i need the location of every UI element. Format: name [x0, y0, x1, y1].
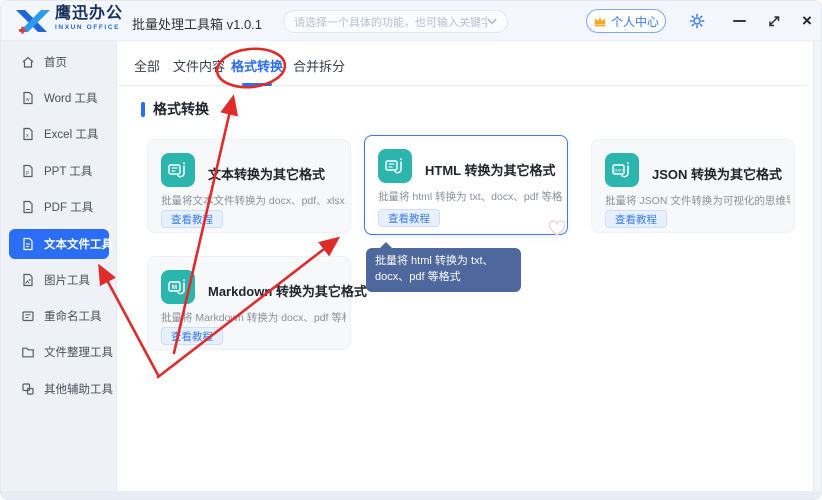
home-icon [21, 55, 35, 69]
close-icon: × [802, 11, 812, 31]
sidebar: 首页 w Word 工具 x Excel 工具 p PPT 工具 PDF 工具 … [1, 41, 117, 494]
tooltip-text: 批量将 html 转换为 txt、docx、pdf 等格式 [375, 255, 494, 283]
vertical-scrollbar[interactable] [813, 41, 821, 493]
section-header: 格式转换 [141, 99, 209, 119]
card-title: HTML 转换为其它格式 [425, 160, 555, 179]
tab-all[interactable]: 全部 [134, 56, 160, 86]
card-html-convert[interactable]: HTML 转换为其它格式 批量将 html 转换为 txt、docx、pdf 等… [364, 135, 568, 235]
tab-bar: 全部 文件内容 格式转换 合并拆分 [117, 56, 807, 86]
excel-file-icon: x [21, 127, 35, 141]
sidebar-item-home[interactable]: 首页 [9, 47, 109, 77]
card-title: JSON 转换为其它格式 [652, 164, 782, 183]
footer-bar [1, 491, 822, 499]
brand-logo-icon [13, 6, 53, 36]
brand-name: 鹰迅办公 INXUN OFFICE [55, 6, 123, 32]
gear-icon [689, 13, 705, 29]
sidebar-item-label: 重命名工具 [44, 308, 102, 324]
close-button[interactable]: × [794, 9, 820, 33]
card-description: 批量将文本文件转换为 docx、pdf、xlsx 等... [161, 193, 346, 208]
sidebar-item-image-tools[interactable]: 图片工具 [9, 265, 109, 295]
rename-icon [21, 309, 35, 323]
card-title: 文本转换为其它格式 [208, 164, 325, 183]
top-bar: 鹰迅办公 INXUN OFFICE 批量处理工具箱 v1.0.1 请选择一个具体… [1, 1, 822, 41]
active-tab-underline [242, 83, 272, 86]
sidebar-item-label: PPT 工具 [44, 163, 92, 179]
tools-grid-icon [21, 382, 35, 396]
view-tutorial-button[interactable]: 查看教程 [161, 210, 223, 228]
app-window: 鹰迅办公 INXUN OFFICE 批量处理工具箱 v1.0.1 请选择一个具体… [0, 0, 822, 500]
svg-text:M: M [172, 284, 177, 291]
sidebar-item-pdf-tools[interactable]: PDF 工具 [9, 192, 109, 222]
markdown-convert-icon: M [161, 270, 195, 304]
search-placeholder: 请选择一个具体的功能，也可输入关键字搜索！ [294, 14, 487, 30]
sidebar-item-ppt-tools[interactable]: p PPT 工具 [9, 156, 109, 186]
minimize-icon [733, 20, 746, 22]
tooltip: 批量将 html 转换为 txt、docx、pdf 等格式 [366, 248, 521, 292]
sidebar-item-label: 文本文件工具 [44, 236, 113, 252]
sidebar-item-label: 首页 [44, 54, 67, 70]
tab-file-content[interactable]: 文件内容 [173, 56, 225, 86]
main-content: 全部 文件内容 格式转换 合并拆分 格式转换 文本转换为其它格式 批量将文本文件… [117, 41, 822, 494]
folder-icon [21, 345, 35, 359]
json-convert-icon: json [605, 153, 639, 187]
crown-icon [593, 15, 607, 27]
word-file-icon: w [21, 91, 35, 105]
ppt-file-icon: p [21, 164, 35, 178]
resize-diagonal-icon [767, 14, 781, 28]
sidebar-item-label: 其他辅助工具 [44, 381, 113, 397]
brand-name-cn: 鹰迅办公 [55, 6, 123, 22]
card-markdown-convert[interactable]: M Markdown 转换为其它格式 批量将 Markdown 转换为 docx… [147, 256, 351, 350]
sidebar-item-rename-tools[interactable]: 重命名工具 [9, 301, 109, 331]
sidebar-item-other-tools[interactable]: 其他辅助工具 [9, 374, 109, 404]
favorite-button[interactable] [547, 219, 567, 242]
svg-text:w: w [25, 97, 30, 103]
pdf-file-icon [21, 200, 35, 214]
user-center-label: 个人中心 [611, 13, 659, 30]
sidebar-item-label: PDF 工具 [44, 199, 93, 215]
minimize-button[interactable] [726, 9, 752, 33]
text-file-icon [21, 237, 35, 251]
image-file-icon [21, 273, 35, 287]
brand-name-en: INXUN OFFICE [55, 25, 123, 32]
card-description: 批量将 JSON 文件转换为可视化的思维导图... [605, 193, 790, 208]
settings-button[interactable] [684, 9, 710, 33]
section-accent-bar [141, 102, 145, 117]
view-tutorial-button[interactable]: 查看教程 [605, 210, 667, 228]
html-convert-icon [378, 149, 412, 183]
sidebar-item-text-file-tools[interactable]: 文本文件工具 [9, 229, 109, 259]
maximize-button[interactable] [761, 9, 787, 33]
card-text-convert[interactable]: 文本转换为其它格式 批量将文本文件转换为 docx、pdf、xlsx 等... … [147, 139, 351, 233]
tab-merge-split[interactable]: 合并拆分 [293, 56, 345, 86]
sidebar-item-label: 图片工具 [44, 272, 90, 288]
card-title: Markdown 转换为其它格式 [208, 281, 367, 300]
svg-text:json: json [613, 168, 623, 173]
sidebar-item-label: Word 工具 [44, 90, 97, 106]
svg-text:x: x [26, 133, 29, 139]
view-tutorial-button[interactable]: 查看教程 [378, 209, 440, 227]
text-convert-icon [161, 153, 195, 187]
svg-text:p: p [26, 170, 29, 176]
chevron-down-icon [487, 18, 497, 25]
search-input[interactable]: 请选择一个具体的功能，也可输入关键字搜索！ [283, 10, 508, 33]
card-description: 批量将 html 转换为 txt、docx、pdf 等格式 [378, 189, 563, 204]
heart-icon [547, 219, 567, 237]
sidebar-item-label: Excel 工具 [44, 126, 98, 142]
sidebar-item-file-organize-tools[interactable]: 文件整理工具 [9, 337, 109, 367]
tab-format-conversion[interactable]: 格式转换 [231, 56, 283, 86]
card-description: 批量将 Markdown 转换为 docx、pdf 等格式 [161, 310, 346, 325]
app-title: 批量处理工具箱 v1.0.1 [132, 14, 262, 33]
section-title: 格式转换 [153, 99, 209, 119]
user-center-button[interactable]: 个人中心 [586, 9, 666, 33]
card-json-convert[interactable]: json JSON 转换为其它格式 批量将 JSON 文件转换为可视化的思维导图… [591, 139, 795, 233]
sidebar-item-word-tools[interactable]: w Word 工具 [9, 83, 109, 113]
view-tutorial-button[interactable]: 查看教程 [161, 327, 223, 345]
sidebar-item-excel-tools[interactable]: x Excel 工具 [9, 119, 109, 149]
sidebar-item-label: 文件整理工具 [44, 344, 113, 360]
